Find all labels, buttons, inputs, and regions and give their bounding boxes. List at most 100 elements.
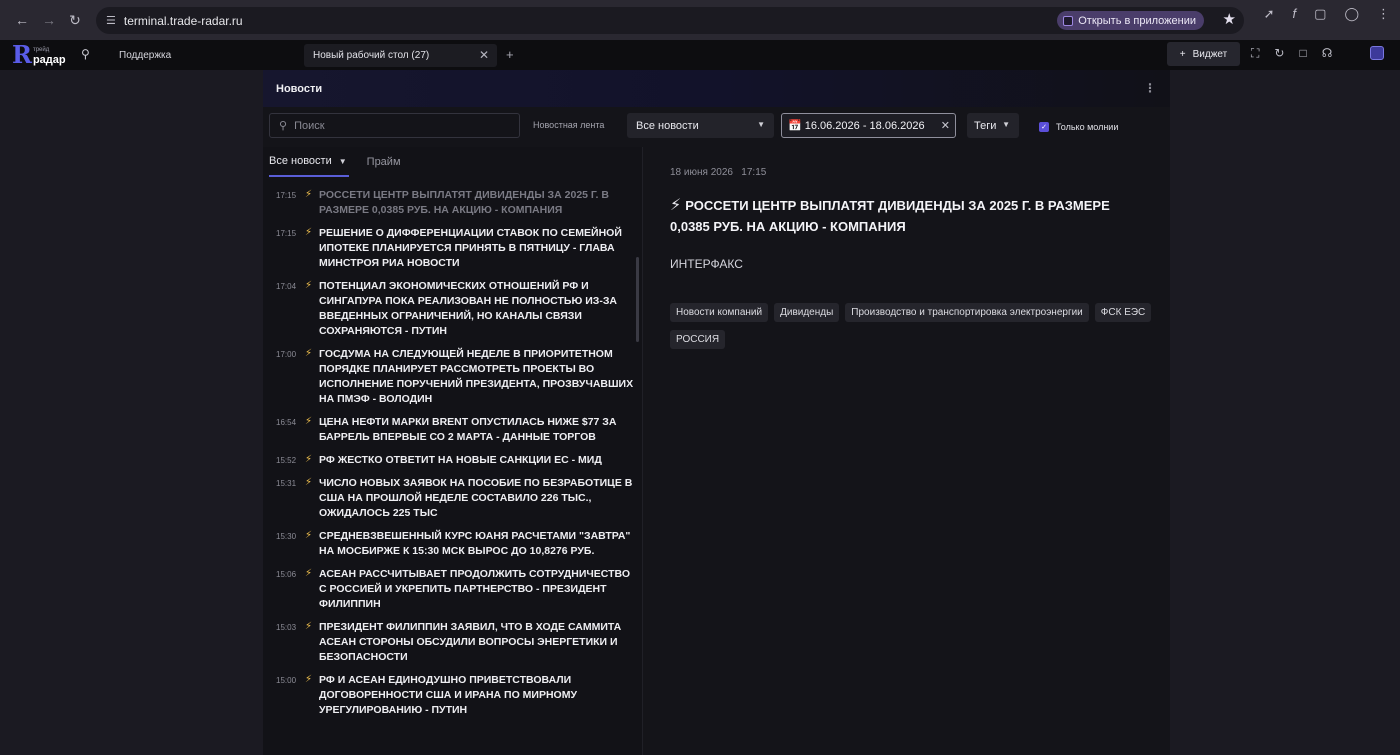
logo-mark: R — [12, 40, 32, 69]
export-icon[interactable]: ↻ — [1274, 46, 1284, 61]
chevron-down-icon: ▼ — [1002, 120, 1010, 129]
address-bar[interactable]: ☰ terminal.trade-radar.ru Открыть в прил… — [96, 7, 1244, 34]
profile-icon[interactable]: ◯ — [1344, 6, 1359, 22]
detail-datetime: 18 июня 2026 17:15 — [670, 167, 766, 178]
bookmark-star-icon[interactable]: ★ — [1223, 10, 1236, 28]
news-list-item[interactable]: 15:00 ⚡︎ РФ И АСЕАН ЕДИНОДУШНО ПРИВЕТСТВОВ… — [263, 669, 642, 722]
lightning-icon: ⚡︎ — [305, 227, 313, 238]
search-icon[interactable]: ⚲ — [81, 47, 90, 61]
lightning-icon: ⚡︎ — [305, 416, 313, 427]
detail-title-text: РОССЕТИ ЦЕНТР ВЫПЛАТЯТ ДИВИДЕНДЫ ЗА 2025… — [670, 198, 1110, 234]
extension-fx-icon[interactable]: f — [1293, 6, 1297, 22]
feed-select[interactable]: Все новости ▼ — [627, 113, 774, 138]
lightning-icon: ⚡︎ — [305, 477, 313, 488]
support-link[interactable]: Поддержка — [119, 50, 171, 61]
news-tag[interactable]: Производство и транспортировка электроэн… — [845, 303, 1089, 322]
add-workspace-icon[interactable]: + — [506, 47, 514, 62]
news-list-item[interactable]: 15:31 ⚡︎ ЧИСЛО НОВЫХ ЗАЯВОК НА ПОСОБИЕ ПО … — [263, 472, 642, 525]
plus-icon: + — [1179, 48, 1186, 60]
app-icon — [1063, 15, 1074, 26]
news-time: 15:06 — [276, 570, 297, 579]
chevron-down-icon: ▼ — [338, 156, 347, 166]
app-header: R трейд радар ⚲ Поддержка Новый рабочий … — [0, 40, 1400, 70]
widget-menu-icon[interactable]: ⋮ — [1144, 81, 1156, 95]
date-range-picker[interactable]: 📅 16.06.2026 - 18.06.2026 ✕ — [781, 113, 956, 138]
tags-select-label: Теги — [974, 119, 997, 132]
open-in-app-button[interactable]: Открыть в приложении — [1057, 11, 1204, 30]
logo[interactable]: R трейд радар — [12, 43, 66, 67]
url-text: terminal.trade-radar.ru — [123, 13, 243, 28]
news-time: 16:54 — [276, 418, 297, 427]
tab-all-news-label: Все новости — [269, 155, 332, 167]
workspace-tab[interactable]: Новый рабочий стол (27) ✕ — [304, 44, 497, 67]
news-title: РЕШЕНИЕ О ДИФФЕРЕНЦИАЦИИ СТАВОК ПО СЕМЕЙ… — [319, 227, 622, 269]
news-tag[interactable]: Новости компаний — [670, 303, 769, 322]
reload-icon[interactable]: ↻ — [62, 7, 88, 33]
news-list-item[interactable]: 17:15 ⚡︎ РОССЕТИ ЦЕНТР ВЫПЛАТЯТ ДИВИДЕНДЫ … — [263, 184, 642, 222]
user-avatar-icon[interactable] — [1370, 46, 1384, 60]
lightning-icon: ⚡︎ — [305, 454, 313, 465]
news-time: 17:00 — [276, 350, 297, 359]
browser-menu-icon[interactable]: ⋮ — [1377, 6, 1390, 22]
add-widget-label: Виджет — [1192, 48, 1228, 60]
site-settings-icon[interactable]: ☰ — [106, 14, 116, 27]
workspace-tab-label: Новый рабочий стол (27) — [313, 50, 430, 61]
news-list-item[interactable]: 15:06 ⚡︎ АСЕАН РАССЧИТЫВАЕТ ПРОДОЛЖИТЬ СОТ… — [263, 563, 642, 616]
news-title: РФ И АСЕАН ЕДИНОДУШНО ПРИВЕТСТВОВАЛИ ДОГ… — [319, 674, 578, 716]
feed-label: Новостная лента — [533, 120, 605, 130]
widget-header: Новости ⋮ — [263, 70, 1170, 107]
add-widget-button[interactable]: + Виджет — [1167, 42, 1240, 66]
news-list-item[interactable]: 17:00 ⚡︎ ГОСДУМА НА СЛЕДУЮЩЕЙ НЕДЕЛЕ В ПРИ… — [263, 343, 642, 411]
news-tag[interactable]: ФСК ЕЭС — [1094, 303, 1152, 322]
lightning-icon: ⚡︎ — [305, 674, 313, 685]
news-list-item[interactable]: 15:52 ⚡︎ РФ ЖЕСТКО ОТВЕТИТ НА НОВЫЕ САНКЦИ… — [263, 449, 642, 472]
news-time: 15:31 — [276, 479, 297, 488]
detail-time: 17:15 — [741, 167, 767, 178]
browser-toolbar: ← → ↻ ☰ terminal.trade-radar.ru Открыть … — [0, 0, 1400, 40]
only-lightning-checkbox[interactable]: ✓ — [1039, 122, 1049, 132]
lightning-icon: ⚡︎ — [670, 197, 682, 214]
fullscreen-icon[interactable]: ⛶ — [1251, 46, 1259, 61]
lightning-icon: ⚡︎ — [305, 189, 313, 200]
news-title: РОССЕТИ ЦЕНТР ВЫПЛАТЯТ ДИВИДЕНДЫ ЗА 2025… — [319, 189, 609, 216]
back-icon[interactable]: ← — [9, 7, 35, 33]
lightning-icon: ⚡︎ — [305, 621, 313, 632]
tab-prime[interactable]: Прайм — [367, 147, 401, 177]
lightning-icon: ⚡︎ — [305, 348, 313, 359]
news-time: 17:15 — [276, 191, 297, 200]
news-time: 17:15 — [276, 229, 297, 238]
widget-title: Новости — [276, 82, 323, 95]
tags-select[interactable]: Теги ▼ — [967, 113, 1019, 138]
tab-all-news[interactable]: Все новости ▼ — [269, 147, 349, 177]
news-list-item[interactable]: 15:03 ⚡︎ ПРЕЗИДЕНТ ФИЛИППИН ЗАЯВИЛ, ЧТО В … — [263, 616, 642, 669]
lightning-icon: ⚡︎ — [305, 280, 313, 291]
headset-icon[interactable]: ☊ — [1322, 46, 1333, 61]
news-list-item[interactable]: 17:04 ⚡︎ ПОТЕНЦИАЛ ЭКОНОМИЧЕСКИХ ОТНОШЕНИЙ… — [263, 275, 642, 343]
news-list-item[interactable]: 16:54 ⚡︎ ЦЕНА НЕФТИ МАРКИ BRENT ОПУСТИЛАСЬ… — [263, 411, 642, 449]
chevron-down-icon: ▼ — [757, 120, 765, 129]
extensions-puzzle-icon[interactable]: ▢ — [1314, 6, 1326, 22]
clear-date-icon[interactable]: ✕ — [941, 119, 950, 132]
extension-icons: ➚ f ▢ ◯ ⋮ — [1264, 6, 1390, 22]
search-input[interactable]: ⚲ Поиск — [269, 113, 520, 138]
news-tag[interactable]: РОССИЯ — [670, 330, 726, 349]
only-lightning-label[interactable]: Только молнии — [1056, 122, 1118, 132]
news-list-scrollbar[interactable] — [636, 257, 639, 342]
news-title: РФ ЖЕСТКО ОТВЕТИТ НА НОВЫЕ САНКЦИИ ЕС - … — [319, 454, 602, 466]
detail-date: 18 июня 2026 — [670, 167, 733, 178]
news-title: ГОСДУМА НА СЛЕДУЮЩЕЙ НЕДЕЛЕ В ПРИОРИТЕТН… — [319, 348, 634, 405]
search-icon: ⚲ — [279, 120, 288, 132]
news-list-item[interactable]: 15:30 ⚡︎ СРЕДНЕВЗВЕШЕННЫЙ КУРС ЮАНЯ РАСЧЕТ… — [263, 525, 642, 563]
news-tag[interactable]: Дивиденды — [774, 303, 840, 322]
forward-icon[interactable]: → — [36, 7, 62, 33]
filter-bar: ⚲ Поиск Новостная лента Все новости ▼ 📅 … — [263, 107, 1170, 147]
lightning-icon: ⚡︎ — [305, 568, 313, 579]
lightning-icon: ⚡︎ — [305, 530, 313, 541]
news-list-item[interactable]: 17:15 ⚡︎ РЕШЕНИЕ О ДИФФЕРЕНЦИАЦИИ СТАВОК П… — [263, 222, 642, 275]
extension-pin-icon[interactable]: ➚ — [1264, 6, 1275, 22]
toolbar-icons: ⛶ ↻ □ ☊ — [1251, 46, 1332, 61]
close-icon[interactable]: ✕ — [479, 48, 489, 62]
news-time: 15:52 — [276, 456, 297, 465]
news-time: 15:03 — [276, 623, 297, 632]
chat-icon[interactable]: □ — [1299, 46, 1306, 61]
